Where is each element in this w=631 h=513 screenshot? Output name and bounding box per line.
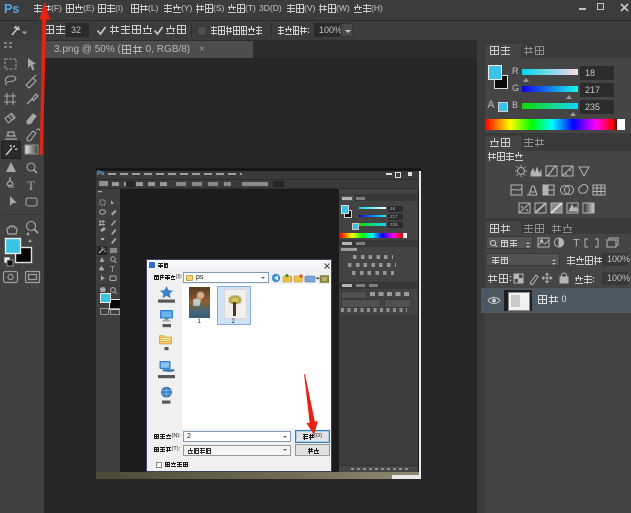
svg-text:T: T	[573, 238, 580, 250]
svg-text:T: T	[110, 265, 115, 274]
svg-text:T: T	[27, 178, 35, 193]
